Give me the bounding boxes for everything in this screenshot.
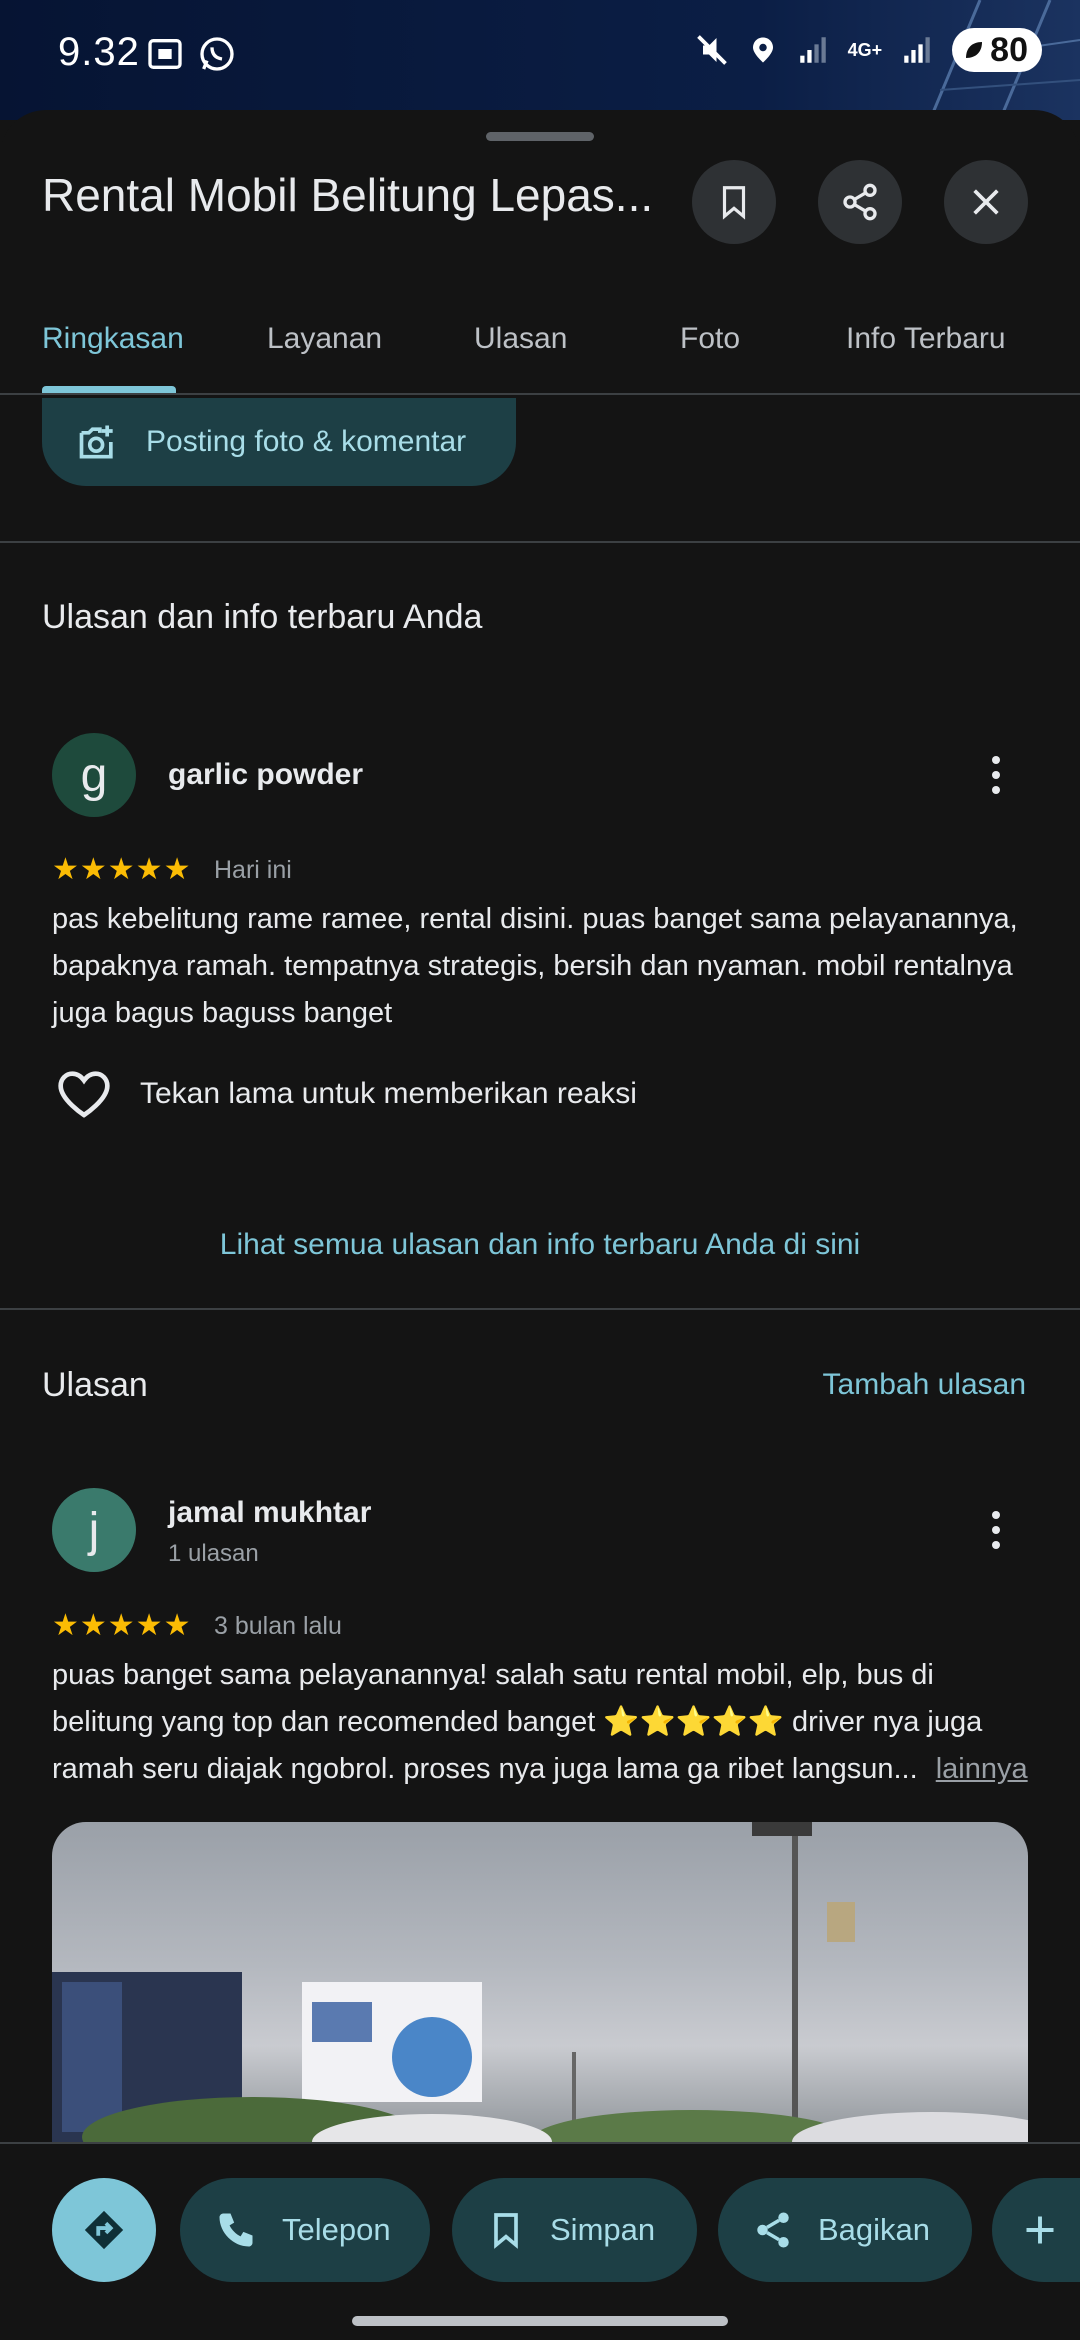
drag-handle[interactable] (486, 132, 594, 141)
review-body: puas banget sama pelayanannya! salah sat… (52, 1659, 983, 1785)
share-icon (757, 2212, 789, 2248)
clock: 9.32 (58, 30, 140, 74)
bookmark-icon (722, 186, 746, 220)
tab-ulasan[interactable]: Ulasan (474, 322, 567, 356)
network-type: 4G+ (847, 40, 883, 60)
close-button[interactable] (944, 160, 1028, 244)
close-icon (973, 189, 999, 215)
share-label: Bagikan (818, 2212, 931, 2247)
review-date: Hari ini (214, 856, 292, 884)
tab-layanan[interactable]: Layanan (267, 322, 382, 356)
more-actions-button[interactable] (992, 2178, 1080, 2282)
avatar[interactable]: g (52, 733, 136, 817)
your-reviews-title: Ulasan dan info terbaru Anda (42, 598, 483, 636)
screenshot-icon (148, 39, 182, 69)
rating-stars: ★★★★★ (52, 1609, 192, 1642)
read-more-link[interactable]: lainnya (936, 1753, 1028, 1785)
see-all-your-reviews-link[interactable]: Lihat semua ulasan dan info terbaru Anda… (0, 1228, 1080, 1262)
whatsapp-icon (200, 37, 234, 71)
directions-button[interactable] (52, 2178, 156, 2282)
more-options-icon[interactable] (976, 1500, 1016, 1560)
share-button[interactable]: Bagikan (718, 2178, 972, 2282)
more-options-icon[interactable] (976, 745, 1016, 805)
section-divider (0, 541, 1080, 543)
signal-icon-2 (904, 37, 930, 63)
add-icon (1026, 2216, 1054, 2244)
react-button[interactable]: Tekan lama untuk memberikan reaksi (56, 1068, 637, 1120)
directions-icon (84, 2210, 124, 2250)
share-place-button[interactable] (818, 160, 902, 244)
save-label: Simpan (550, 2212, 656, 2247)
section-divider (0, 1308, 1080, 1310)
home-indicator[interactable] (352, 2316, 728, 2326)
mute-icon (696, 35, 727, 65)
tab-info-terbaru[interactable]: Info Terbaru (846, 322, 1006, 356)
post-photo-label: Posting foto & komentar (146, 425, 467, 458)
tab-foto[interactable]: Foto (680, 322, 740, 356)
review-text: pas kebelitung rame ramee, rental disini… (52, 903, 1018, 1029)
action-bar: Telepon Simpan Bagikan (0, 2142, 1080, 2340)
reviews-title: Ulasan (42, 1366, 148, 1404)
active-tab-indicator (42, 386, 176, 393)
reviewer-review-count: 1 ulasan (168, 1540, 259, 1567)
post-photo-comment-button[interactable]: Posting foto & komentar (42, 398, 516, 486)
review-date: 3 bulan lalu (214, 1612, 342, 1640)
add-review-button[interactable]: Tambah ulasan (823, 1368, 1026, 1402)
save-place-button[interactable] (692, 160, 776, 244)
review-text: puas banget sama pelayanannya! salah sat… (52, 1652, 1042, 1793)
avatar[interactable]: j (52, 1488, 136, 1572)
system-icons: 4G+ 80 (694, 28, 1042, 72)
location-icon (752, 37, 773, 63)
signal-icon (799, 37, 826, 63)
reviewer-name[interactable]: jamal mukhtar (168, 1496, 371, 1530)
tab-bar: Ringkasan Layanan Ulasan Foto Info Terba… (0, 280, 1080, 395)
notification-icons (145, 34, 237, 74)
share-icon (843, 183, 877, 221)
bookmark-icon (494, 2213, 518, 2249)
reviewer-name[interactable]: garlic powder (168, 758, 363, 792)
review-photo[interactable] (52, 1822, 1028, 2142)
leaf-icon (966, 42, 983, 58)
call-button[interactable]: Telepon (180, 2178, 430, 2282)
battery-indicator: 80 (952, 28, 1042, 72)
tab-ringkasan[interactable]: Ringkasan (42, 322, 184, 356)
save-button[interactable]: Simpan (452, 2178, 697, 2282)
battery-level: 80 (990, 30, 1028, 69)
phone-icon (219, 2213, 253, 2247)
place-title: Rental Mobil Belitung Lepas... (42, 169, 654, 221)
react-hint: Tekan lama untuk memberikan reaksi (140, 1077, 637, 1110)
heart-icon (58, 1071, 110, 1118)
status-bar: 9.32 4G+ 80 (0, 0, 1080, 120)
review-photo-image (52, 1822, 1028, 2142)
add-photo-icon (79, 425, 113, 459)
rating-stars: ★★★★★ (52, 853, 192, 886)
call-label: Telepon (282, 2212, 391, 2247)
